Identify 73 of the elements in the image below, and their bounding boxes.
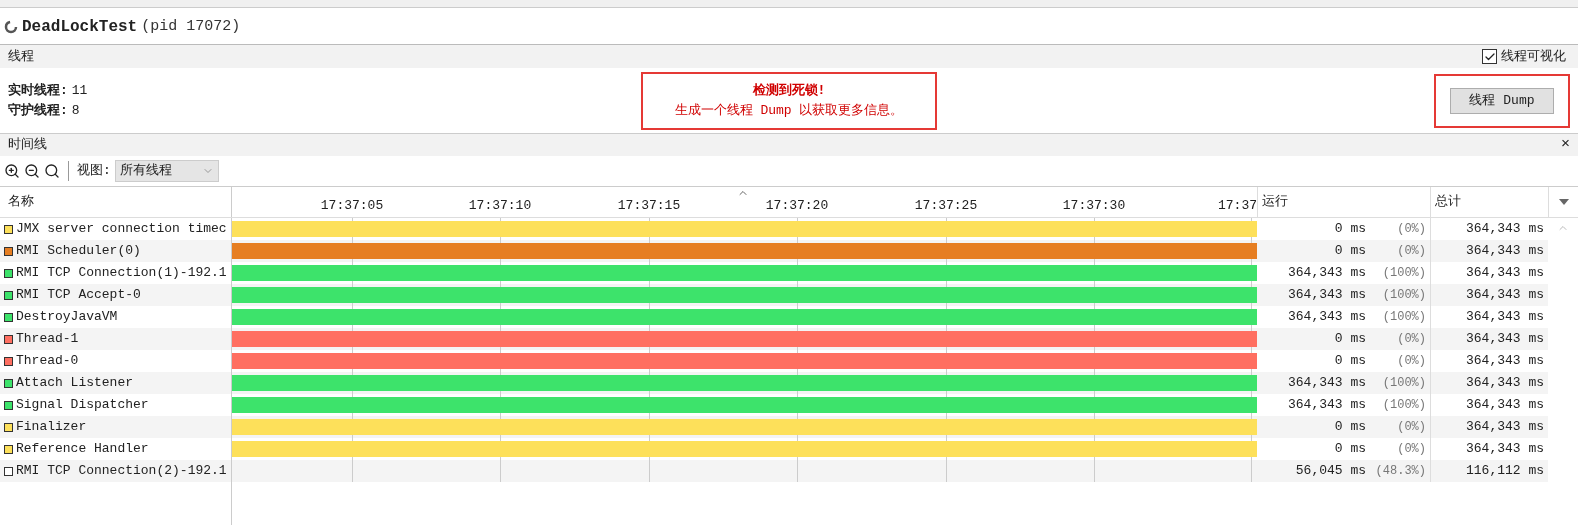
time-tick: 17:37:15 (617, 197, 681, 215)
zoom-in-icon[interactable] (4, 163, 20, 179)
run-percent: (0%) (1396, 353, 1427, 370)
column-header[interactable]: 名称 (0, 187, 231, 217)
time-tick: 17:37 (1218, 197, 1257, 215)
run-percent: (0%) (1396, 221, 1427, 238)
visualize-checkbox[interactable]: 线程可视化 (1482, 46, 1570, 67)
run-time: 364,343 ms (1288, 308, 1366, 327)
run-time: 364,343 ms (1288, 286, 1366, 305)
time-tick: 17:37:05 (320, 197, 384, 215)
table-row[interactable]: RMI Scheduler(0) 0 ms (0%) 364,343 ms (0, 240, 1548, 262)
time-tick: 17:37:30 (1062, 197, 1126, 215)
thread-name[interactable]: Attach Listener (16, 373, 134, 393)
run-time: 0 ms (1334, 220, 1366, 239)
thread-name[interactable]: RMI TCP Connection(2)-192.1 (16, 461, 227, 481)
run-time: 0 ms (1334, 352, 1366, 371)
run-time: 0 ms (1334, 418, 1366, 437)
run-time: 364,343 ms (1288, 264, 1366, 283)
thread-name[interactable]: Thread-1 (16, 329, 79, 349)
column-header[interactable]: 总计 (1430, 187, 1548, 217)
thread-name[interactable]: Thread-0 (16, 351, 79, 371)
table-row[interactable]: Attach Listener 364,343 ms (100%) 364,343 ms (0, 372, 1548, 394)
table-row[interactable]: RMI TCP Accept-0 364,343 ms (100%) 364,343 ms (0, 284, 1548, 306)
stat-value: 11 (71, 82, 88, 100)
run-percent: (100%) (1381, 287, 1427, 304)
run-time: 0 ms (1334, 330, 1366, 349)
time-tick: 17:37:10 (468, 197, 532, 215)
run-percent: (100%) (1381, 309, 1427, 326)
run-percent: (0%) (1396, 441, 1427, 458)
run-percent: (100%) (1381, 265, 1427, 282)
app-name: DeadLockTest (22, 17, 138, 38)
stat-label: 实时线程: (8, 82, 68, 100)
time-tick: 17:37:25 (914, 197, 978, 215)
column-header[interactable]: 运行 (1257, 187, 1430, 217)
thread-name[interactable]: DestroyJavaVM (16, 307, 118, 327)
thread-name[interactable]: JMX server connection timec (16, 219, 227, 239)
thread-name[interactable]: RMI TCP Connection(1)-192.1 (16, 263, 227, 283)
run-percent: (0%) (1396, 331, 1427, 348)
thread-name[interactable]: Reference Handler (16, 439, 149, 459)
alert-message: 生成一个线程 Dump 以获取更多信息。 (674, 101, 904, 120)
run-percent: (0%) (1396, 419, 1427, 436)
run-percent: (48.3%) (1374, 463, 1427, 480)
run-time: 364,343 ms (1288, 374, 1366, 393)
stat-label: 守护线程: (8, 101, 68, 120)
thread-dump-button[interactable]: 线程 Dump (1450, 87, 1554, 114)
zoom-out-icon[interactable] (24, 163, 40, 179)
table-row[interactable]: Thread-1 0 ms (0%) 364,343 ms (0, 328, 1548, 350)
view-dropdown[interactable]: 所有线程 (114, 160, 219, 182)
stat-value: 8 (71, 101, 80, 120)
checkbox[interactable] (1482, 49, 1497, 64)
run-percent: (100%) (1381, 397, 1427, 414)
zoom-fit-icon[interactable] (44, 163, 60, 179)
table-row[interactable]: Finalizer 0 ms (0%) 364,343 ms (0, 416, 1548, 438)
run-percent: (0%) (1396, 243, 1427, 260)
run-time: 364,343 ms (1288, 396, 1366, 415)
time-tick: 17:37:20 (765, 197, 829, 215)
close-button[interactable]: × (1561, 133, 1570, 157)
thread-name[interactable]: Signal Dispatcher (16, 395, 149, 415)
run-percent: (100%) (1381, 375, 1427, 392)
thread-name[interactable]: RMI TCP Accept-0 (16, 285, 141, 305)
view-label: 视图: (77, 162, 111, 181)
run-time: 0 ms (1334, 242, 1366, 261)
table-row[interactable]: RMI TCP Connection(2)-192.1 56,045 ms (48.3%) 116,112 ms (0, 460, 1548, 482)
section-title: 线程 (8, 47, 34, 66)
dropdown-arrow-icon[interactable] (1558, 199, 1569, 205)
section-title: 时间线 (8, 136, 47, 155)
run-time: 0 ms (1334, 440, 1366, 459)
thread-name[interactable]: Finalizer (16, 417, 87, 437)
alert-title: 检测到死锁! (752, 82, 826, 100)
run-time: 56,045 ms (1295, 462, 1366, 481)
loading-icon (4, 20, 18, 34)
thread-name[interactable]: RMI Scheduler(0) (16, 241, 141, 261)
app-pid: (pid 17072) (141, 16, 241, 37)
